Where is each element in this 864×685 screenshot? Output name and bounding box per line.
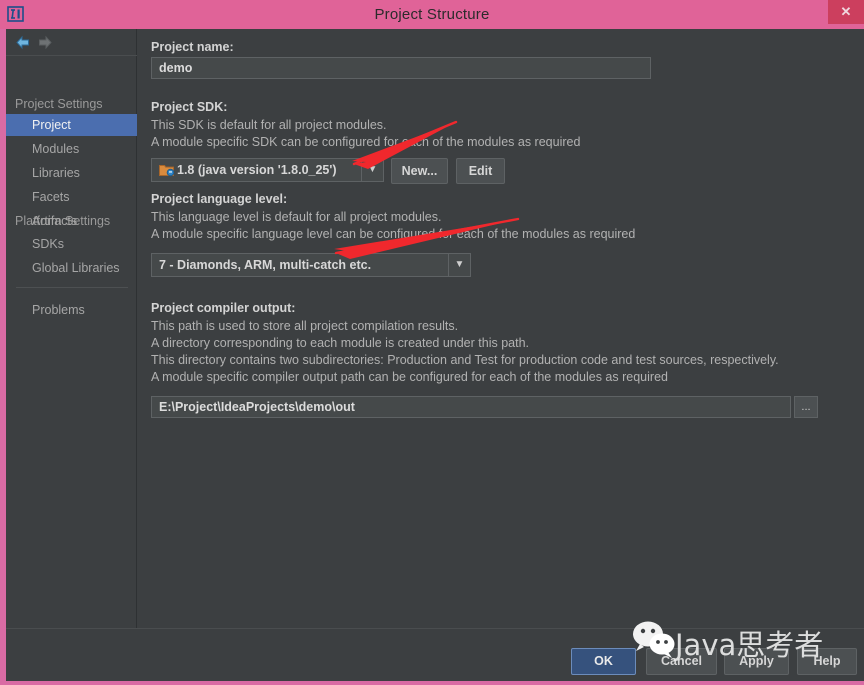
- language-level-desc-1: This language level is default for all p…: [151, 210, 442, 224]
- project-name-label: Project name:: [151, 40, 234, 54]
- project-sdk-value: 1.8 (java version '1.8.0_25'): [177, 163, 337, 177]
- compiler-output-browse-button[interactable]: ...: [794, 396, 818, 418]
- close-icon: ✕: [840, 4, 852, 19]
- sidebar-item-facets[interactable]: Facets: [6, 186, 137, 208]
- sidebar-item-sdks[interactable]: SDKs: [6, 233, 137, 255]
- compiler-output-desc-4: A module specific compiler output path c…: [151, 370, 668, 384]
- ok-button-label: OK: [594, 654, 613, 668]
- title-bar: Project Structure ✕: [0, 0, 864, 29]
- sidebar-nav-bar: [6, 29, 137, 56]
- settings-sidebar: Project Settings Platform Settings Proje…: [6, 29, 137, 628]
- cancel-button-label: Cancel: [661, 654, 702, 668]
- sidebar-item-libraries[interactable]: Libraries: [6, 162, 137, 184]
- project-sdk-desc-1: This SDK is default for all project modu…: [151, 118, 387, 132]
- edit-sdk-button[interactable]: Edit: [456, 158, 505, 184]
- language-level-desc-2: A module specific language level can be …: [151, 227, 636, 241]
- arrow-right-icon[interactable]: [36, 34, 54, 51]
- sidebar-item-global-libraries[interactable]: Global Libraries: [6, 257, 137, 279]
- language-level-combobox[interactable]: 7 - Diamonds, ARM, multi-catch etc. ▼: [151, 253, 471, 277]
- project-sdk-desc-2: A module specific SDK can be configured …: [151, 135, 581, 149]
- window-title: Project Structure: [374, 6, 490, 23]
- sidebar-item-artifacts[interactable]: Artifacts: [6, 210, 137, 232]
- arrow-left-icon[interactable]: [14, 34, 32, 51]
- apply-button-label: Apply: [739, 654, 774, 668]
- language-level-label: Project language level:: [151, 192, 288, 206]
- chevron-down-icon[interactable]: ▼: [448, 254, 470, 276]
- compiler-output-desc-1: This path is used to store all project c…: [151, 319, 459, 333]
- sidebar-item-project[interactable]: Project: [6, 114, 137, 136]
- jdk-folder-icon: [159, 163, 175, 177]
- help-button[interactable]: Help: [797, 648, 857, 675]
- chevron-down-icon[interactable]: ▼: [361, 159, 383, 181]
- project-structure-dialog: Project Structure ✕ Project Settings Pla…: [0, 0, 864, 685]
- compiler-output-label: Project compiler output:: [151, 301, 296, 315]
- sidebar-divider: [16, 287, 128, 288]
- compiler-output-desc-2: A directory corresponding to each module…: [151, 336, 529, 350]
- close-button[interactable]: ✕: [828, 0, 864, 24]
- cancel-button[interactable]: Cancel: [646, 648, 717, 675]
- project-sdk-label: Project SDK:: [151, 100, 228, 114]
- apply-button[interactable]: Apply: [724, 648, 789, 675]
- dialog-button-bar: OK Cancel Apply Help: [6, 628, 864, 681]
- compiler-output-desc-3: This directory contains two subdirectori…: [151, 353, 779, 367]
- sidebar-group-project-settings: Project Settings: [15, 97, 103, 111]
- new-sdk-button[interactable]: New...: [391, 158, 448, 184]
- sidebar-item-problems[interactable]: Problems: [6, 299, 137, 321]
- project-name-input[interactable]: demo: [151, 57, 651, 79]
- help-button-label: Help: [813, 654, 841, 668]
- new-sdk-button-label: New...: [401, 164, 438, 178]
- ok-button[interactable]: OK: [571, 648, 636, 675]
- compiler-output-input[interactable]: E:\Project\IdeaProjects\demo\out: [151, 396, 791, 418]
- edit-sdk-button-label: Edit: [468, 164, 493, 178]
- project-sdk-combobox[interactable]: 1.8 (java version '1.8.0_25') ▼: [151, 158, 384, 182]
- language-level-value: 7 - Diamonds, ARM, multi-catch etc.: [159, 258, 372, 272]
- window-frame-bottom: [0, 681, 864, 685]
- sidebar-item-modules[interactable]: Modules: [6, 138, 137, 160]
- project-settings-panel: Project name: demo Project SDK: This SDK…: [138, 29, 864, 628]
